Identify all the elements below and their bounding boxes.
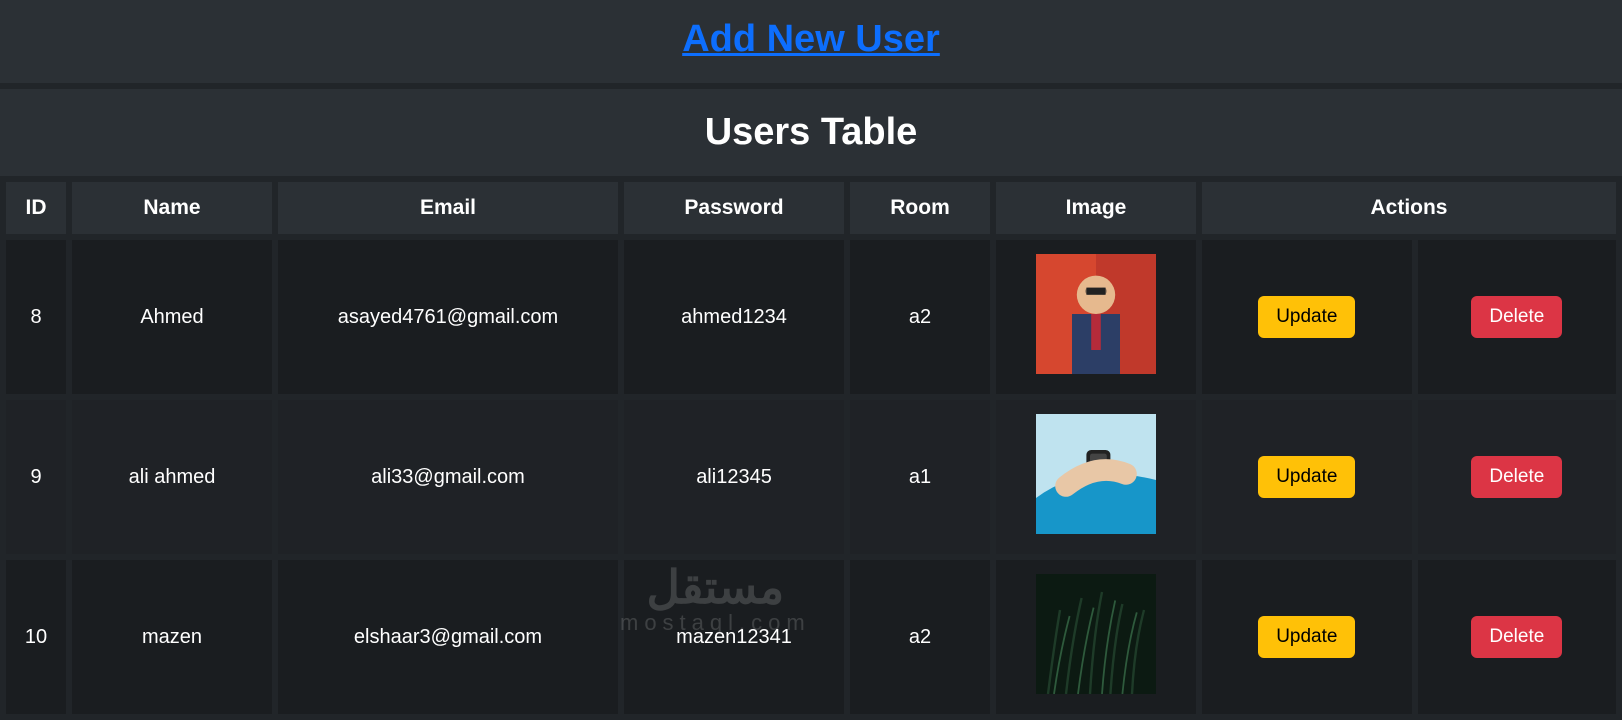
update-button[interactable]: Update [1258, 616, 1355, 658]
cell-action-delete: Delete [1418, 240, 1616, 394]
cell-id: 10 [6, 560, 66, 714]
table-row: 8Ahmedasayed4761@gmail.comahmed1234a2 Upd… [6, 240, 1616, 394]
cell-action-update: Update [1202, 400, 1412, 554]
cell-email: ali33@gmail.com [278, 400, 618, 554]
cell-action-update: Update [1202, 240, 1412, 394]
users-table: ID Name Email Password Room Image Action… [0, 176, 1622, 720]
add-new-user-link[interactable]: Add New User [682, 18, 940, 60]
cell-action-delete: Delete [1418, 400, 1616, 554]
cell-email: elshaar3@gmail.com [278, 560, 618, 714]
cell-password: ahmed1234 [624, 240, 844, 394]
page-title: Users Table [0, 111, 1622, 154]
col-header-image: Image [996, 182, 1196, 234]
user-avatar [1036, 414, 1156, 534]
cell-id: 9 [6, 400, 66, 554]
user-avatar [1036, 574, 1156, 694]
cell-password: ali12345 [624, 400, 844, 554]
cell-image [996, 560, 1196, 714]
update-button[interactable]: Update [1258, 296, 1355, 338]
delete-button[interactable]: Delete [1471, 456, 1562, 498]
cell-name: mazen [72, 560, 272, 714]
title-bar: Users Table [0, 89, 1622, 176]
update-button[interactable]: Update [1258, 456, 1355, 498]
cell-password: mazen12341 [624, 560, 844, 714]
table-header-row: ID Name Email Password Room Image Action… [6, 182, 1616, 234]
cell-email: asayed4761@gmail.com [278, 240, 618, 394]
header-bar: Add New User [0, 0, 1622, 83]
col-header-name: Name [72, 182, 272, 234]
cell-name: ali ahmed [72, 400, 272, 554]
col-header-room: Room [850, 182, 990, 234]
col-header-email: Email [278, 182, 618, 234]
cell-image [996, 400, 1196, 554]
cell-id: 8 [6, 240, 66, 394]
delete-button[interactable]: Delete [1471, 296, 1562, 338]
user-avatar [1036, 254, 1156, 374]
cell-action-update: Update [1202, 560, 1412, 714]
table-row: 9ali ahmedali33@gmail.comali12345a1 Updat… [6, 400, 1616, 554]
cell-room: a1 [850, 400, 990, 554]
cell-room: a2 [850, 560, 990, 714]
col-header-password: Password [624, 182, 844, 234]
cell-name: Ahmed [72, 240, 272, 394]
cell-room: a2 [850, 240, 990, 394]
col-header-actions: Actions [1202, 182, 1616, 234]
cell-image [996, 240, 1196, 394]
table-row: 10mazenelshaar3@gmail.commazen12341a2 Upd… [6, 560, 1616, 714]
delete-button[interactable]: Delete [1471, 616, 1562, 658]
col-header-id: ID [6, 182, 66, 234]
cell-action-delete: Delete [1418, 560, 1616, 714]
